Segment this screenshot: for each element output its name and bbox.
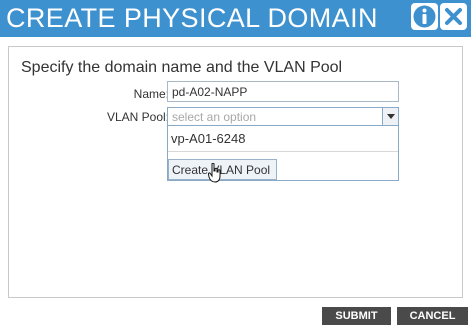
form-instruction: Specify the domain name and the VLAN Poo… <box>21 59 343 76</box>
cancel-button[interactable]: CANCEL <box>397 307 468 325</box>
dialog-title-bar: CREATE PHYSICAL DOMAIN <box>0 0 471 37</box>
vlan-pool-dropdown: vp-A01-6248 Create VLAN Pool <box>167 125 399 181</box>
submit-button[interactable]: SUBMIT <box>322 307 391 325</box>
vlan-pool-option[interactable]: vp-A01-6248 <box>171 131 245 146</box>
close-icon <box>445 8 462 25</box>
create-physical-domain-dialog: CREATE PHYSICAL DOMAIN Specify the domai… <box>0 0 471 325</box>
create-vlan-pool-button[interactable]: Create VLAN Pool <box>168 159 277 180</box>
info-button[interactable] <box>411 3 438 30</box>
name-input[interactable] <box>167 81 399 102</box>
form-panel: Specify the domain name and the VLAN Poo… <box>8 46 463 298</box>
chevron-down-icon <box>387 114 395 119</box>
close-button[interactable] <box>440 3 467 30</box>
dropdown-toggle[interactable] <box>382 108 398 125</box>
vlan-pool-select[interactable]: select an option <box>167 107 399 126</box>
info-icon <box>413 5 436 28</box>
name-label: Name: <box>133 87 169 101</box>
dialog-title: CREATE PHYSICAL DOMAIN <box>6 3 378 33</box>
hand-cursor-icon <box>208 163 221 183</box>
vlan-pool-placeholder: select an option <box>172 110 257 124</box>
dropdown-divider <box>168 151 398 152</box>
vlan-pool-label: VLAN Pool: <box>106 110 169 124</box>
